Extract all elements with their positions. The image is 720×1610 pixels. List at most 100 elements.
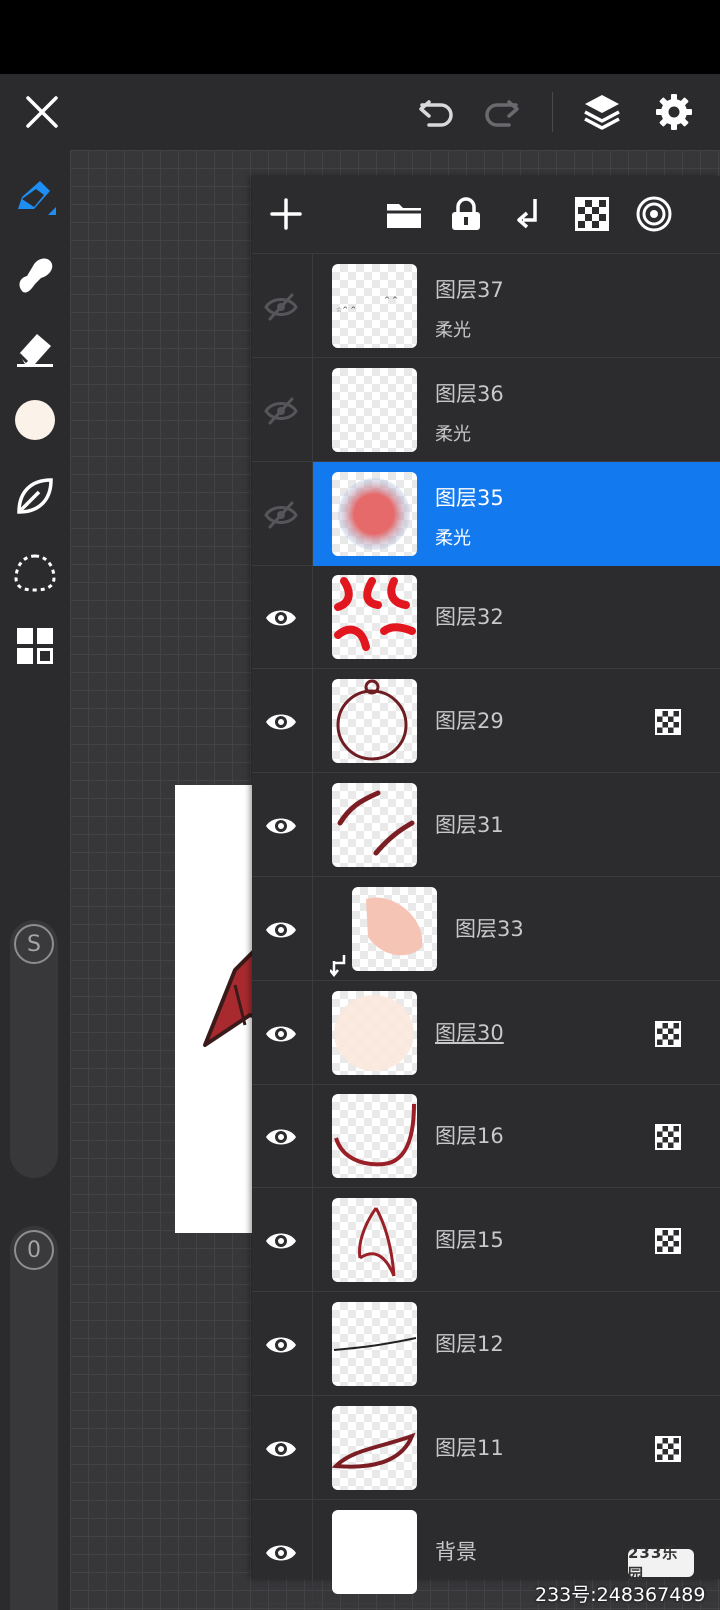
layer-name: 图层37: [435, 278, 504, 302]
layer-name: 图层32: [435, 605, 504, 630]
layer-name: 图层36: [435, 381, 504, 406]
layers-icon: [584, 95, 620, 130]
divider: [312, 1292, 313, 1396]
layer-row[interactable]: 图层29: [252, 669, 720, 774]
layer-row[interactable]: 图层16: [252, 1084, 720, 1189]
layer-thumbnail[interactable]: [332, 783, 417, 867]
lock-button[interactable]: [444, 192, 488, 236]
alpha-lock-indicator: [655, 1020, 681, 1047]
eye-icon: [266, 1441, 296, 1457]
layer-row[interactable]: ☆^ ^ ^ ^ 图层37 柔光: [252, 254, 720, 358]
visibility-toggle[interactable]: [261, 1117, 301, 1157]
size-slider-knob[interactable]: S: [14, 924, 54, 964]
layer-blend-mode: 柔光: [435, 423, 471, 445]
opacity-slider-knob[interactable]: 0: [14, 1230, 54, 1270]
smudge-tool[interactable]: [11, 250, 59, 298]
layer-thumbnail[interactable]: [332, 367, 417, 452]
checkerboard-icon: [655, 1124, 681, 1151]
layer-name: 图层29: [435, 709, 504, 734]
layer-name: 图层15: [435, 1228, 504, 1253]
layer-thumbnail[interactable]: [332, 1302, 417, 1386]
divider: [312, 773, 313, 877]
lock-icon: [452, 197, 480, 230]
visibility-toggle[interactable]: [261, 287, 301, 327]
visibility-toggle[interactable]: [261, 910, 301, 950]
alpha-lock-button[interactable]: [570, 192, 614, 236]
visibility-toggle[interactable]: [261, 1533, 301, 1573]
divider: [312, 254, 313, 358]
brush-icon: [18, 181, 56, 215]
folder-icon: [387, 204, 421, 228]
visibility-toggle[interactable]: [261, 1014, 301, 1054]
layer-properties-button[interactable]: [632, 192, 676, 236]
divider: [312, 1395, 313, 1500]
layer-row[interactable]: 图层36 柔光: [252, 357, 720, 462]
selection-tool[interactable]: [11, 548, 59, 596]
size-slider[interactable]: S: [10, 920, 58, 1178]
eye-icon: [266, 1233, 296, 1249]
visibility-toggle[interactable]: [261, 598, 301, 638]
undo-icon: [419, 100, 453, 127]
checkerboard-icon: [655, 1228, 681, 1255]
layer-row[interactable]: 图层12: [252, 1292, 720, 1396]
redo-button[interactable]: [477, 88, 525, 136]
leaf-icon: [17, 478, 53, 514]
layer-row[interactable]: 图层33: [252, 876, 720, 981]
layer-thumbnail[interactable]: [352, 886, 437, 971]
checkerboard-icon: [655, 1020, 681, 1047]
eye-icon: [266, 818, 296, 834]
layer-row[interactable]: 图层30: [252, 980, 720, 1085]
eye-icon: [266, 922, 296, 938]
color-tool[interactable]: [11, 396, 59, 444]
visibility-toggle[interactable]: [261, 806, 301, 846]
layers-button[interactable]: [578, 88, 626, 136]
layer-thumbnail[interactable]: [332, 575, 417, 660]
merge-down-button[interactable]: [507, 192, 551, 236]
svg-text:^ ^: ^ ^: [384, 296, 398, 304]
visibility-toggle[interactable]: [261, 1221, 301, 1261]
layer-thumbnail[interactable]: ☆^ ^ ^ ^: [332, 264, 417, 348]
layer-thumbnail[interactable]: [332, 471, 417, 556]
layer-thumbnail[interactable]: [332, 1405, 417, 1490]
brush-tool[interactable]: [11, 174, 59, 222]
undo-button[interactable]: [413, 88, 461, 136]
visibility-toggle[interactable]: [261, 391, 301, 431]
top-bar: [0, 74, 720, 150]
add-layer-button[interactable]: [264, 192, 308, 236]
close-icon: [26, 96, 58, 128]
eraser-tool[interactable]: [11, 324, 59, 372]
layer-name: 图层31: [435, 813, 504, 837]
divider: [312, 357, 313, 462]
eye-icon: [266, 1129, 296, 1145]
alpha-lock-indicator: [655, 1435, 681, 1462]
layer-name: 图层35: [435, 485, 504, 510]
visibility-toggle[interactable]: [261, 1429, 301, 1469]
layers-panel: ☆^ ^ ^ ^ 图层37 柔光 图层36 柔光 图层35 柔光图层32 图层29 图层31 图层3…: [252, 176, 720, 1604]
layer-row[interactable]: 图层15: [252, 1188, 720, 1293]
divider: [312, 1188, 313, 1293]
visibility-toggle[interactable]: [261, 702, 301, 742]
leaf-tool[interactable]: [11, 472, 59, 520]
plus-icon: [270, 198, 302, 230]
layer-row[interactable]: 图层31: [252, 773, 720, 877]
target-icon: [636, 196, 672, 232]
visibility-toggle[interactable]: [261, 1325, 301, 1365]
close-button[interactable]: [18, 88, 66, 136]
layer-thumbnail[interactable]: [332, 1094, 417, 1179]
opacity-slider[interactable]: 0: [10, 1226, 58, 1610]
layer-thumbnail[interactable]: [332, 1509, 417, 1594]
layer-row[interactable]: 图层35 柔光: [252, 461, 720, 566]
layer-row[interactable]: 图层11: [252, 1395, 720, 1500]
eye-hidden-icon: [264, 293, 298, 321]
visibility-toggle[interactable]: [261, 495, 301, 535]
layer-row[interactable]: 图层32: [252, 565, 720, 670]
layer-thumbnail[interactable]: [332, 679, 417, 764]
clipping-mask-indicator: [329, 953, 348, 981]
layer-thumbnail[interactable]: [332, 990, 417, 1075]
alpha-lock-indicator: [655, 1228, 681, 1255]
divider: [312, 876, 313, 981]
folder-button[interactable]: [382, 192, 426, 236]
layer-thumbnail[interactable]: [332, 1198, 417, 1283]
gallery-tool[interactable]: [11, 622, 59, 670]
settings-button[interactable]: [650, 88, 698, 136]
